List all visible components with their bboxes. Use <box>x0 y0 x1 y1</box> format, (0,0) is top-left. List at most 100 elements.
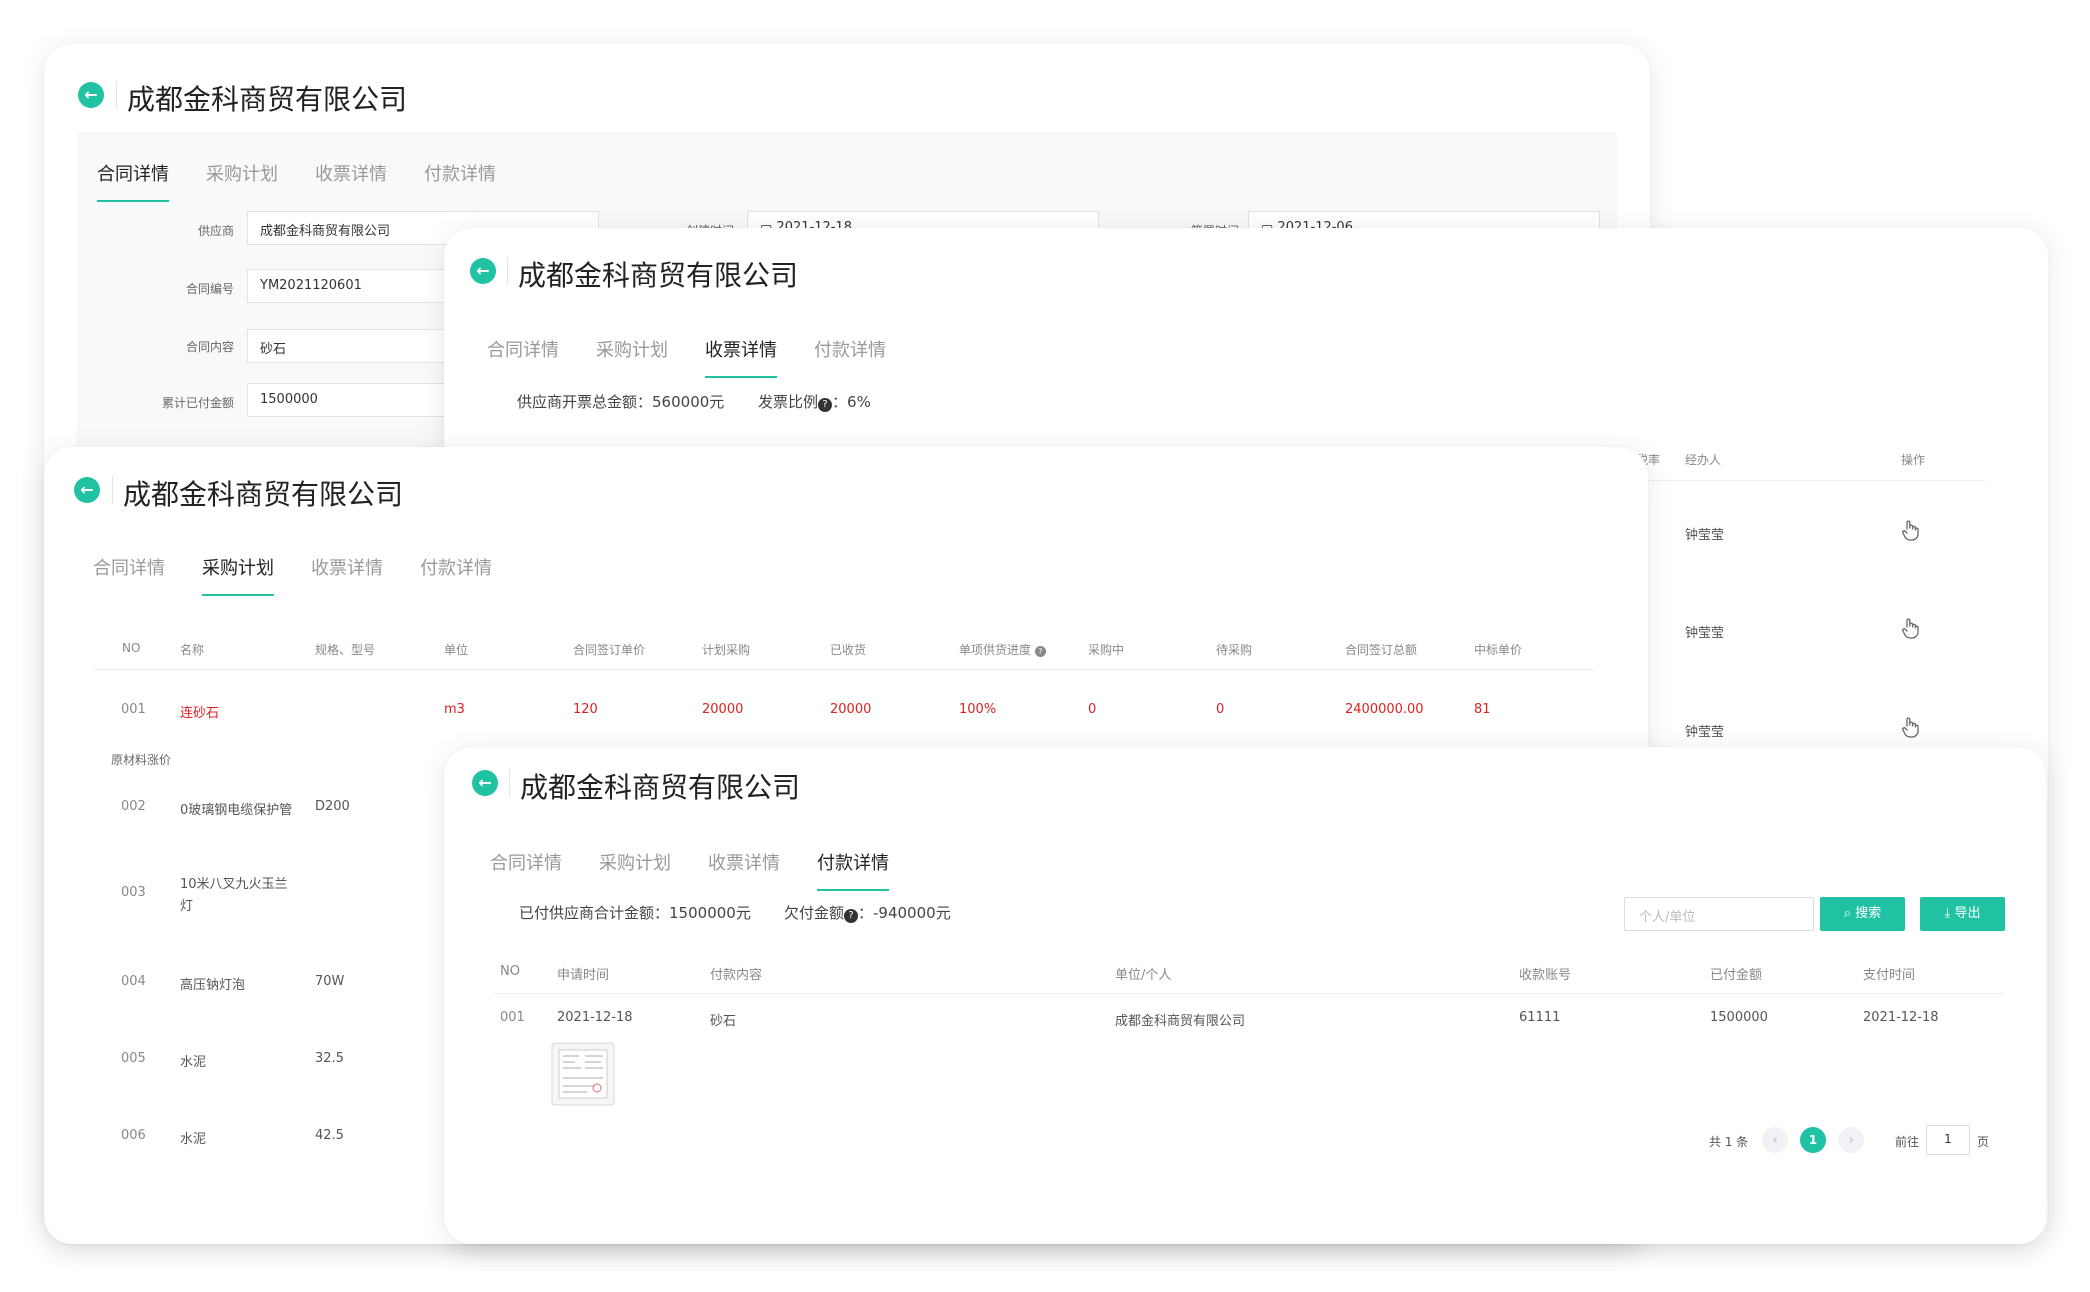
tab-purchase[interactable]: 采购计划 <box>202 554 274 596</box>
row1-bid: 81 <box>1474 702 1491 717</box>
help-icon[interactable]: ? <box>1034 646 1046 657</box>
pay-row-no: 001 <box>500 1010 525 1025</box>
tab-invoice[interactable]: 收票详情 <box>708 849 780 891</box>
hand-pointer-icon[interactable] <box>1899 519 1921 541</box>
row-no: 003 <box>121 885 146 900</box>
row-spec: 70W <box>315 974 345 989</box>
tab-contract[interactable]: 合同详情 <box>490 849 562 891</box>
paid-total: 已付供应商合计金额：1500000元 <box>519 902 751 923</box>
pay-row-time: 2021-12-18 <box>1863 1010 1939 1025</box>
back-arrow-icon[interactable]: ← <box>78 82 104 108</box>
handler-cell: 钟莹莹 <box>1685 626 1725 641</box>
tab-purchase[interactable]: 采购计划 <box>596 336 668 378</box>
help-icon[interactable]: ? <box>818 398 833 412</box>
tab-payment[interactable]: 付款详情 <box>424 160 496 202</box>
page-1-button[interactable]: 1 <box>1800 1127 1826 1153</box>
tab-contract[interactable]: 合同详情 <box>97 160 169 202</box>
col-name: 名称 <box>180 643 205 657</box>
label-contract-no: 合同编号 <box>185 282 234 296</box>
search-input[interactable]: 个人/单位 <box>1624 897 1814 931</box>
row-no: 006 <box>121 1128 146 1143</box>
col-handler: 经办人 <box>1685 453 1722 467</box>
back-arrow-icon[interactable]: ← <box>472 770 498 796</box>
header-divider <box>1624 480 1986 481</box>
col-payee: 单位/个人 <box>1115 968 1172 983</box>
invoice-total-label: 供应商开票总金额： <box>517 393 653 411</box>
help-icon[interactable]: ? <box>844 909 859 923</box>
handler-cell: 钟莹莹 <box>1685 528 1725 543</box>
row-name: 高压钠灯泡 <box>180 978 246 993</box>
row1-pending: 0 <box>1216 702 1225 717</box>
tab-bar: 合同详情 采购计划 收票详情 付款详情 <box>93 554 529 596</box>
row-spec: D200 <box>315 799 350 814</box>
pay-row-apply-time: 2021-12-18 <box>557 1010 633 1025</box>
title-divider <box>509 769 510 797</box>
search-icon: ⌕ <box>1843 906 1856 921</box>
invoice-total-value: 560000元 <box>652 393 725 411</box>
tab-payment[interactable]: 付款详情 <box>814 336 886 378</box>
owed-label: 欠付金额 <box>784 904 845 922</box>
tab-invoice[interactable]: 收票详情 <box>311 554 383 596</box>
col-progress-label: 单项供货进度 <box>959 643 1032 657</box>
tab-payment[interactable]: 付款详情 <box>817 849 889 891</box>
label-paid-total: 累计已付金额 <box>161 396 234 410</box>
col-planned: 计划采购 <box>702 643 751 657</box>
back-arrow-icon[interactable]: ← <box>74 477 100 503</box>
row-spec: 32.5 <box>315 1051 344 1066</box>
pagination-total: 共 1 条 <box>1709 1135 1749 1149</box>
row1-progress: 100% <box>959 702 997 717</box>
section-title: 原材料涨价 <box>111 753 172 767</box>
page-title: 成都金科商贸有限公司 <box>520 771 801 804</box>
tab-purchase[interactable]: 采购计划 <box>206 160 278 202</box>
row1-received: 20000 <box>830 702 872 717</box>
row1-name: 连砂石 <box>180 706 220 721</box>
export-button-label: 导出 <box>1954 906 1981 921</box>
row-spec: 42.5 <box>315 1128 344 1143</box>
owed-value: ：-940000元 <box>858 904 951 922</box>
export-button[interactable]: ⤓ 导出 <box>1920 897 2005 931</box>
col-action: 操作 <box>1901 453 1926 467</box>
tab-bar: 合同详情 采购计划 收票详情 付款详情 <box>97 160 533 202</box>
payment-card: ← 成都金科商贸有限公司 合同详情 采购计划 收票详情 付款详情 已付供应商合计… <box>444 747 2046 1244</box>
page-title: 成都金科商贸有限公司 <box>127 83 408 116</box>
hand-pointer-icon[interactable] <box>1899 716 1921 738</box>
search-button[interactable]: ⌕ 搜索 <box>1820 897 1905 931</box>
row1-unit: m3 <box>444 702 465 717</box>
tab-purchase[interactable]: 采购计划 <box>599 849 671 891</box>
pay-row-account: 61111 <box>1519 1010 1561 1025</box>
col-pay-time: 支付时间 <box>1863 968 1916 983</box>
search-button-label: 搜索 <box>1855 906 1882 921</box>
tab-invoice[interactable]: 收票详情 <box>705 336 777 378</box>
row-name: 10米八叉九火玉兰 <box>180 877 288 892</box>
prev-page-button[interactable]: ‹ <box>1762 1127 1788 1153</box>
col-received: 已收货 <box>830 643 867 657</box>
handler-cell: 钟莹莹 <box>1685 725 1725 740</box>
back-arrow-icon[interactable]: ← <box>470 258 496 284</box>
col-contract-price: 合同签订单价 <box>573 643 646 657</box>
tab-contract[interactable]: 合同详情 <box>487 336 559 378</box>
label-supplier: 供应商 <box>197 224 234 238</box>
paid-total-value: 1500000元 <box>669 904 751 922</box>
next-page-button[interactable]: › <box>1838 1127 1864 1153</box>
col-no: NO <box>500 964 520 979</box>
hand-pointer-icon[interactable] <box>1899 617 1921 639</box>
invoice-ratio-value: 6% <box>847 393 871 411</box>
tab-payment[interactable]: 付款详情 <box>420 554 492 596</box>
col-pay-content: 付款内容 <box>710 968 763 983</box>
page-unit-label: 页 <box>1977 1135 1990 1149</box>
pay-row-amount: 1500000 <box>1710 1010 1768 1025</box>
title-divider <box>116 81 117 109</box>
col-contract-total: 合同签订总额 <box>1345 643 1418 657</box>
goto-label: 前往 <box>1895 1135 1920 1149</box>
col-apply-time: 申请时间 <box>557 968 610 983</box>
col-bid-price: 中标单价 <box>1474 643 1523 657</box>
page-title: 成都金科商贸有限公司 <box>518 259 799 292</box>
page-title: 成都金科商贸有限公司 <box>123 478 404 511</box>
tab-invoice[interactable]: 收票详情 <box>315 160 387 202</box>
receipt-thumbnail[interactable] <box>551 1042 615 1106</box>
goto-page-input[interactable]: 1 <box>1926 1125 1970 1155</box>
tab-contract[interactable]: 合同详情 <box>93 554 165 596</box>
paid-total-label: 已付供应商合计金额： <box>519 904 670 922</box>
invoice-ratio-label: 发票比例 <box>758 393 819 411</box>
row1-purchasing: 0 <box>1088 702 1097 717</box>
